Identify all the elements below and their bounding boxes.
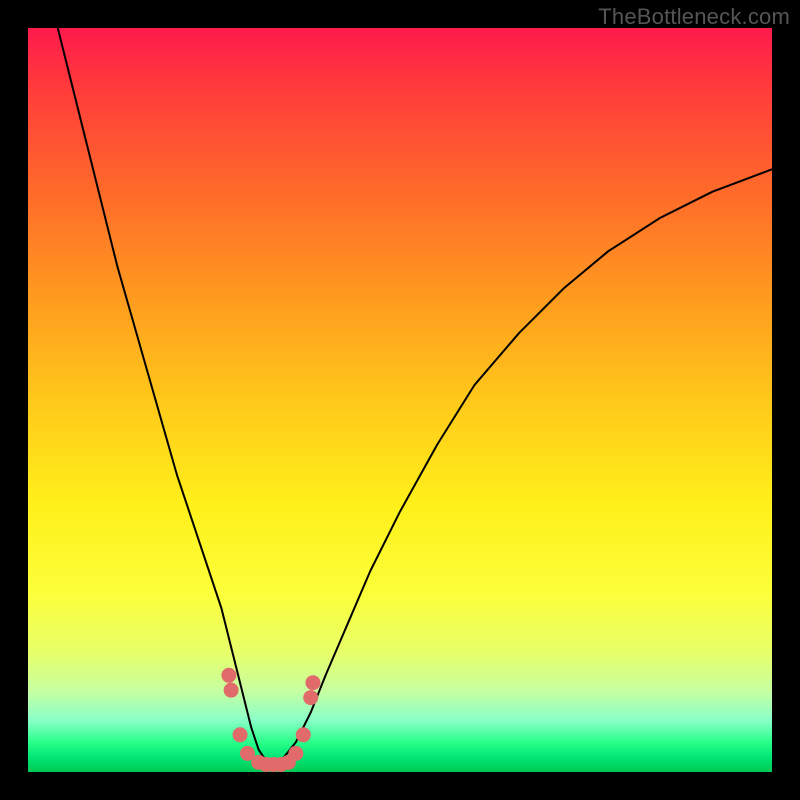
marker-group (221, 668, 320, 772)
watermark-text: TheBottleneck.com (598, 4, 790, 30)
curve-marker (305, 675, 320, 690)
bottleneck-curve (58, 28, 772, 765)
curve-marker (303, 690, 318, 705)
curve-marker (233, 727, 248, 742)
chart-svg (28, 28, 772, 772)
chart-plot-area (28, 28, 772, 772)
curve-marker (296, 727, 311, 742)
chart-frame: TheBottleneck.com (0, 0, 800, 800)
curve-marker (221, 668, 236, 683)
curve-marker (288, 746, 303, 761)
curve-marker (224, 683, 239, 698)
